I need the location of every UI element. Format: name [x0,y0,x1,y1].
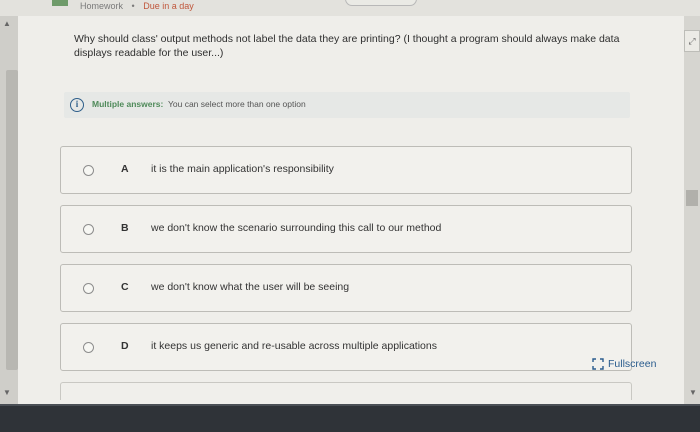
due-date-label: Due in a day [143,1,194,11]
fullscreen-icon [592,358,604,370]
breadcrumb-section[interactable]: Homework [80,1,123,11]
left-scrollbar-thumb[interactable] [6,70,18,370]
top-status-pill [345,0,417,6]
info-icon: i [70,98,84,112]
question-panel: Why should class' output methods not lab… [18,16,684,404]
scroll-down-arrow-icon[interactable]: ▼ [3,389,11,397]
answer-option-c[interactable]: C we don't know what the user will be se… [60,264,632,312]
right-scroll-down-arrow-icon[interactable]: ▼ [689,389,697,397]
bottom-taskbar [0,404,700,432]
notice-lead: Multiple answers: [92,99,164,109]
option-d-letter: D [121,340,129,352]
option-c-checkbox[interactable] [83,283,94,294]
option-a-checkbox[interactable] [83,165,94,176]
option-b-checkbox[interactable] [83,224,94,235]
collapse-panel-icon[interactable]: ⤢ [684,30,700,52]
notice-text: You can select more than one option [168,99,306,109]
fullscreen-label: Fullscreen [608,358,657,370]
top-breadcrumb-bar: Homework • Due in a day [0,0,700,16]
option-d-text: it keeps us generic and re-usable across… [151,340,437,352]
answer-option-a[interactable]: A it is the main application's responsib… [60,146,632,194]
answer-option-d[interactable]: D it keeps us generic and re-usable acro… [60,323,632,371]
question-text: Why should class' output methods not lab… [74,33,620,59]
option-c-text: we don't know what the user will be seei… [151,281,350,293]
option-c-letter: C [121,281,129,293]
option-b-letter: B [121,222,129,234]
breadcrumb-separator: • [131,1,135,11]
option-a-letter: A [121,163,129,175]
next-answer-option-partial[interactable] [60,382,632,400]
right-scrollbar[interactable]: ⤢ [684,16,700,404]
multiple-answers-notice: i Multiple answers: You can select more … [64,92,630,118]
left-scrollbar[interactable] [0,16,18,404]
option-d-checkbox[interactable] [83,342,94,353]
section-accent [52,0,68,6]
option-b-text: we don't know the scenario surrounding t… [151,222,442,234]
scroll-up-arrow-icon[interactable]: ▲ [3,20,11,28]
breadcrumb: Homework • Due in a day [80,0,194,14]
taskbar-divider [0,404,700,406]
fullscreen-button[interactable]: Fullscreen [592,356,656,372]
right-scrollbar-thumb[interactable] [686,190,698,206]
answer-option-b[interactable]: B we don't know the scenario surrounding… [60,205,632,253]
option-a-text: it is the main application's responsibil… [151,163,334,175]
